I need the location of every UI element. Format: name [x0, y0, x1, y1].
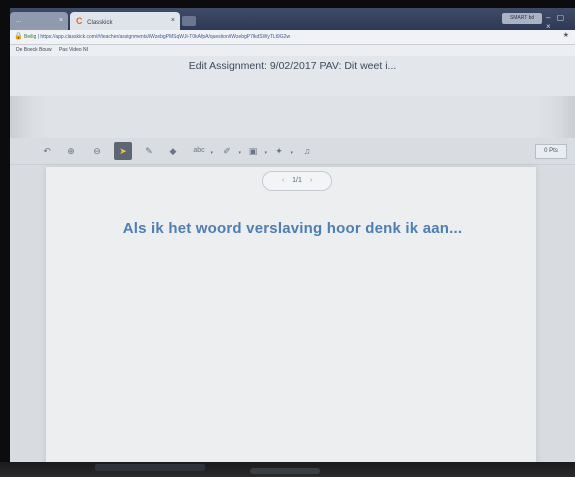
next-page-icon[interactable]: ›: [310, 177, 312, 184]
address-bar: 🔒 Beilig | https://app.classkick.com/#/t…: [10, 30, 575, 45]
monitor-screen: ... × C Classkick × SMART bd – ▢ × 🔒 Bei…: [10, 8, 575, 464]
window-controls[interactable]: – ▢ ×: [546, 13, 575, 31]
url-text: https://app.classkick.com/#/teacher/assi…: [40, 34, 291, 40]
undo-icon[interactable]: ↶: [38, 142, 56, 160]
secure-label: Beilig: [24, 34, 37, 40]
taskbar-item[interactable]: [250, 468, 320, 474]
lock-icon: 🔒: [14, 33, 23, 40]
pointer-icon[interactable]: ➤: [114, 142, 132, 160]
highlighter-icon[interactable]: ✐: [218, 142, 241, 162]
url-field[interactable]: Beilig | https://app.classkick.com/#/tea…: [24, 32, 564, 42]
new-tab-button[interactable]: [182, 16, 196, 26]
page-title: Edit Assignment: 9/02/2017 PAV: Dit weet…: [188, 60, 397, 72]
browser-tab-active[interactable]: C Classkick ×: [70, 12, 180, 30]
zoom-in-icon[interactable]: ⊕: [62, 142, 80, 160]
prev-page-icon[interactable]: ‹: [282, 177, 284, 184]
pen-icon[interactable]: ✎: [140, 142, 158, 160]
zoom-out-icon[interactable]: ⊖: [88, 142, 106, 160]
points-field[interactable]: 0 Pts: [535, 144, 567, 159]
audio-icon[interactable]: ♫: [298, 142, 316, 160]
bookmark-item[interactable]: Pas Video NI: [59, 47, 88, 53]
taskbar-item[interactable]: [95, 464, 205, 471]
bookmarks-bar: De Boeck Bouw Pas Video NI: [10, 45, 575, 56]
editor-toolbar: ↶ ⊕ ⊖ ➤ ✎ ◆ abc ✐ ▣ ✦ ♫ 0 Pts: [10, 138, 575, 165]
browser-tab-strip: ... × C Classkick × SMART bd – ▢ ×: [10, 8, 575, 31]
profile-badge[interactable]: SMART bd: [502, 13, 542, 24]
sticker-icon[interactable]: ✦: [270, 142, 293, 162]
eraser-icon[interactable]: ◆: [164, 142, 182, 160]
close-tab-icon[interactable]: ×: [171, 12, 175, 30]
browser-tab-inactive[interactable]: ... ×: [10, 12, 68, 30]
question-text[interactable]: Als ik het woord verslaving hoor denk ik…: [10, 220, 575, 237]
image-icon[interactable]: ▣: [244, 142, 267, 162]
bookmark-star-icon[interactable]: ★: [563, 31, 569, 39]
text-icon[interactable]: abc: [190, 142, 213, 162]
bookmark-item[interactable]: De Boeck Bouw: [16, 47, 52, 53]
classkick-logo-icon: C: [76, 16, 83, 26]
assignment-page[interactable]: [46, 167, 536, 464]
page-number: 1/1: [292, 177, 302, 184]
tab-label: ...: [16, 18, 22, 24]
close-tab-icon[interactable]: ×: [59, 12, 63, 30]
tab-label: Classkick: [87, 20, 113, 26]
page-navigator: ‹ 1/1 ›: [262, 171, 332, 191]
